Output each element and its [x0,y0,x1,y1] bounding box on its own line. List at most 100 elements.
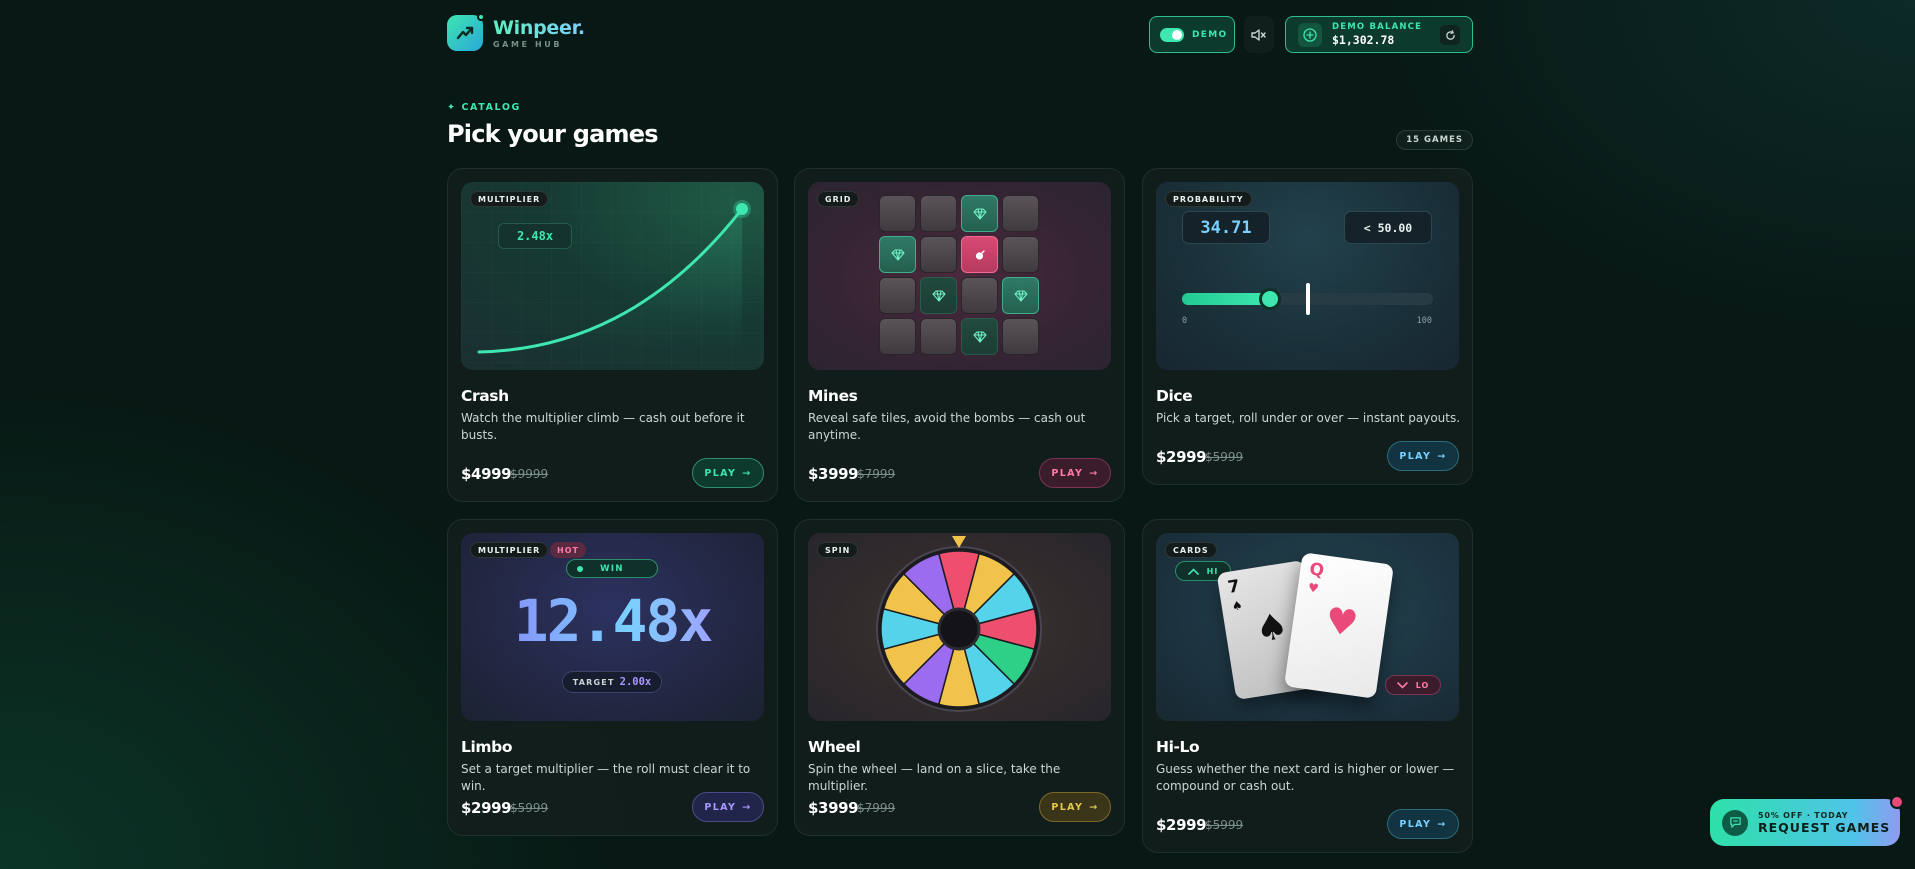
gem-icon [890,248,905,261]
game-card-crash[interactable]: MULTIPLIER 2.48x Crash Watch the multipl… [447,168,778,502]
category-tag: PROBABILITY [1165,191,1252,207]
play-label: PLAY [1051,801,1084,813]
play-button[interactable]: PLAY → [1387,809,1459,839]
game-price: $4999 [461,465,512,483]
balance-value: $1,302.78 [1332,33,1395,47]
brand-subtitle: GAME HUB [493,40,563,49]
hidden-tile [1002,236,1039,273]
game-title: Limbo [461,738,513,756]
game-description: Reveal safe tiles, avoid the bombs — cas… [808,411,1086,442]
dice-preview: PROBABILITY 34.71 < 50.00 0 100 [1156,182,1459,370]
status-dot [577,565,583,572]
target-value: 2.00x [619,676,652,688]
gem-icon [972,330,987,343]
request-games-button[interactable]: 50% OFF · TODAY REQUEST GAMES [1710,795,1904,846]
lo-label: LO [1415,680,1430,690]
game-card-limbo[interactable]: MULTIPLIER HOT WIN 12.48x TARGET 2.00x L… [447,519,778,836]
play-button[interactable]: PLAY → [692,792,764,822]
hilo-preview: CARDS HI 7 ♠ ♠ Q ♥ ♥ LO [1156,533,1459,721]
arrow-right-icon: → [1437,818,1447,830]
game-title: Mines [808,387,858,405]
game-price: $3999 [808,799,859,817]
category-tag: CARDS [1165,542,1217,558]
chevron-up-icon [1187,567,1199,575]
crash-curve [461,182,764,370]
play-button[interactable]: PLAY → [692,458,764,488]
refresh-button[interactable] [1440,25,1460,45]
play-label: PLAY [704,467,737,479]
fab-subtitle: 50% OFF · TODAY [1758,810,1849,820]
game-description: Watch the multiplier climb — cash out be… [461,411,745,442]
lo-button[interactable]: LO [1385,675,1441,695]
status-dot [477,13,485,21]
chat-icon [1722,809,1748,836]
dice-target-marker[interactable] [1305,283,1310,315]
game-description: Pick a target, roll under or over — inst… [1156,411,1461,425]
slider-min-label: 0 [1182,316,1188,326]
mines-preview: GRID [808,182,1111,370]
spin-wheel [876,536,1042,712]
game-old-price: $5999 [510,801,549,815]
dice-slider-knob[interactable] [1258,288,1281,310]
trending-up-icon [447,13,485,51]
game-old-price: $9999 [510,467,549,481]
demo-toggle[interactable]: DEMO [1149,16,1235,53]
multiplier-readout: 2.48x [498,223,572,249]
logo[interactable]: Winpeer. GAME HUB [447,13,585,51]
game-price: $2999 [461,799,512,817]
game-old-price: $5999 [1205,818,1244,832]
hidden-tile [1002,318,1039,355]
limbo-preview: MULTIPLIER HOT WIN 12.48x TARGET 2.00x [461,533,764,721]
card-front: Q ♥ ♥ [1284,552,1394,699]
arrow-right-icon: → [1089,801,1099,813]
arrow-right-icon: → [1437,450,1447,462]
spade-small-icon: ♠ [1230,598,1244,614]
toggle-switch[interactable] [1160,27,1184,42]
gem-tile [879,236,916,273]
dice-slider-track[interactable] [1182,283,1433,315]
game-card-mines[interactable]: GRID Mines Reveal safe tiles, avoid the … [794,168,1125,502]
mines-grid [879,195,1040,356]
game-old-price: $7999 [857,467,896,481]
dice-slider-fill [1182,293,1270,305]
category-tag: MULTIPLIER [470,542,549,558]
card-rank: Q [1308,559,1326,582]
game-card-wheel[interactable]: SPIN Wheel Spin the wheel — land on a sl… [794,519,1125,836]
heart-icon: ♥ [1322,600,1361,646]
hidden-tile [879,277,916,314]
page-title: Pick your games [447,120,659,148]
game-description: Guess whether the next card is higher or… [1156,762,1455,793]
hi-label: HI [1206,566,1219,576]
brand-name: Winpeer. [493,17,585,39]
game-description: Spin the wheel — land on a slice, take t… [808,762,1061,793]
fab-label: REQUEST GAMES [1758,819,1891,835]
wheel-preview: SPIN [808,533,1111,721]
game-old-price: $5999 [1205,450,1244,464]
hidden-tile [920,195,957,232]
balance-display[interactable]: DEMO BALANCE $1,302.78 [1285,16,1473,53]
play-button[interactable]: PLAY → [1387,441,1459,471]
play-label: PLAY [1399,450,1432,462]
mute-button[interactable] [1244,16,1274,53]
limbo-multiplier: 12.48x [461,587,764,655]
slider-max-label: 100 [1416,316,1432,326]
roll-readout: 34.71 [1182,211,1270,244]
gem-icon [1013,289,1028,302]
play-button[interactable]: PLAY → [1039,458,1111,488]
game-card-dice[interactable]: PROBABILITY 34.71 < 50.00 0 100 Dice Pic… [1142,168,1473,485]
add-funds-icon[interactable] [1298,22,1322,47]
play-button[interactable]: PLAY → [1039,792,1111,822]
spade-icon: ♠ [1252,605,1292,651]
arrow-right-icon: → [742,467,752,479]
hidden-tile [920,236,957,273]
game-card-hilo[interactable]: CARDS HI 7 ♠ ♠ Q ♥ ♥ LO Hi-Lo Guess whet… [1142,519,1473,853]
wheel-hub [937,607,981,651]
target-pill: TARGET 2.00x [562,671,662,693]
hidden-tile [879,195,916,232]
hidden-tile [961,277,998,314]
balance-label: DEMO BALANCE [1332,22,1423,32]
top-bar: Winpeer. GAME HUB DEMO DEMO BALANCE $1,3… [447,13,1473,55]
gem-tile [961,195,998,232]
gem-tile [1002,277,1039,314]
gem-icon [972,207,987,220]
